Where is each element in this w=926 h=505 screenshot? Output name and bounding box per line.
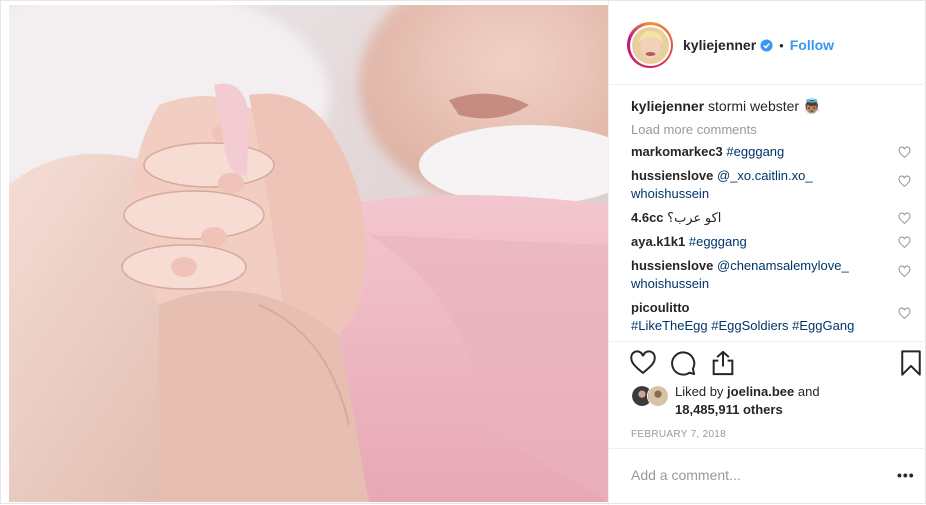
comment-like-icon[interactable] bbox=[898, 307, 911, 320]
likes-summary: Liked by joelina.bee and 18,485,911 othe… bbox=[631, 383, 921, 425]
post-author-username[interactable]: kyliejenner bbox=[683, 37, 756, 53]
comment-icon[interactable] bbox=[669, 349, 697, 377]
comment-like-icon[interactable] bbox=[898, 212, 911, 225]
comment-like-icon[interactable] bbox=[898, 146, 911, 159]
follow-button[interactable]: Follow bbox=[790, 37, 834, 53]
likes-prefix: Liked by bbox=[675, 384, 724, 399]
load-more-comments-button[interactable]: Load more comments bbox=[631, 122, 921, 137]
instagram-post: kyliejenner • Follow kyliejenner stormi … bbox=[0, 0, 926, 505]
actions-divider bbox=[609, 341, 926, 342]
comment-item: hussienslove @_xo.caitlin.xo_ whoishusse… bbox=[631, 167, 921, 203]
comment-username[interactable]: hussienslove bbox=[631, 168, 713, 183]
comment-like-icon[interactable] bbox=[898, 175, 911, 188]
post-actions bbox=[629, 349, 921, 379]
post-side-panel: kyliejenner • Follow kyliejenner stormi … bbox=[608, 1, 926, 505]
comment-like-icon[interactable] bbox=[898, 236, 911, 249]
caption-text: stormi webster 👼🏽 bbox=[708, 98, 821, 114]
comments-list: kyliejenner stormi webster 👼🏽 Load more … bbox=[631, 96, 921, 341]
comment-like-icon[interactable] bbox=[898, 265, 911, 278]
comment-item: markomarkec3 #egggang bbox=[631, 143, 921, 161]
post-photo[interactable] bbox=[9, 5, 608, 502]
comment-text[interactable]: #egggang bbox=[689, 234, 747, 249]
comment-username[interactable]: 4.6cc bbox=[631, 210, 664, 225]
comment-username[interactable]: picoulitto bbox=[631, 300, 690, 315]
comment-item: aya.k1k1 #egggang bbox=[631, 233, 921, 251]
heart-icon[interactable] bbox=[629, 349, 657, 377]
likes-and: and bbox=[797, 384, 820, 399]
add-comment-input[interactable]: Add a comment... bbox=[631, 467, 741, 483]
header-divider bbox=[609, 84, 926, 85]
comment-text: اكو عرب؟ bbox=[667, 210, 722, 225]
caption-username[interactable]: kyliejenner bbox=[631, 98, 704, 114]
post-header: kyliejenner • Follow bbox=[609, 13, 926, 77]
header-separator: • bbox=[779, 37, 784, 53]
likes-count[interactable]: 18,485,911 others bbox=[675, 402, 783, 417]
bookmark-icon[interactable] bbox=[897, 349, 925, 377]
likes-user[interactable]: joelina.bee bbox=[727, 384, 794, 399]
comment-text[interactable]: #egggang bbox=[726, 144, 784, 159]
comment-username[interactable]: markomarkec3 bbox=[631, 144, 723, 159]
post-caption: kyliejenner stormi webster 👼🏽 bbox=[631, 96, 921, 116]
liker-avatar[interactable] bbox=[647, 385, 669, 407]
comment-username[interactable]: aya.k1k1 bbox=[631, 234, 685, 249]
more-options-button[interactable]: ••• bbox=[897, 467, 915, 483]
verified-icon bbox=[760, 38, 773, 52]
share-icon[interactable] bbox=[709, 349, 737, 377]
comment-item: hussienslove @chenamsalemylove_ whoishus… bbox=[631, 257, 921, 293]
comment-item: 4.6cc اكو عرب؟ bbox=[631, 209, 921, 227]
comment-item: picoulitto #LikeTheEgg #EggSoldiers #Egg… bbox=[631, 299, 921, 335]
comment-box-divider bbox=[609, 448, 926, 449]
likes-text: Liked by joelina.bee and 18,485,911 othe… bbox=[675, 383, 820, 419]
avatar bbox=[631, 26, 669, 64]
story-ring[interactable] bbox=[627, 22, 673, 68]
baby-hand-photo bbox=[9, 5, 608, 502]
comment-text[interactable]: #LikeTheEgg #EggSoldiers #EggGang bbox=[631, 318, 854, 333]
post-date[interactable]: FEBRUARY 7, 2018 bbox=[631, 429, 726, 440]
comment-username[interactable]: hussienslove bbox=[631, 258, 713, 273]
